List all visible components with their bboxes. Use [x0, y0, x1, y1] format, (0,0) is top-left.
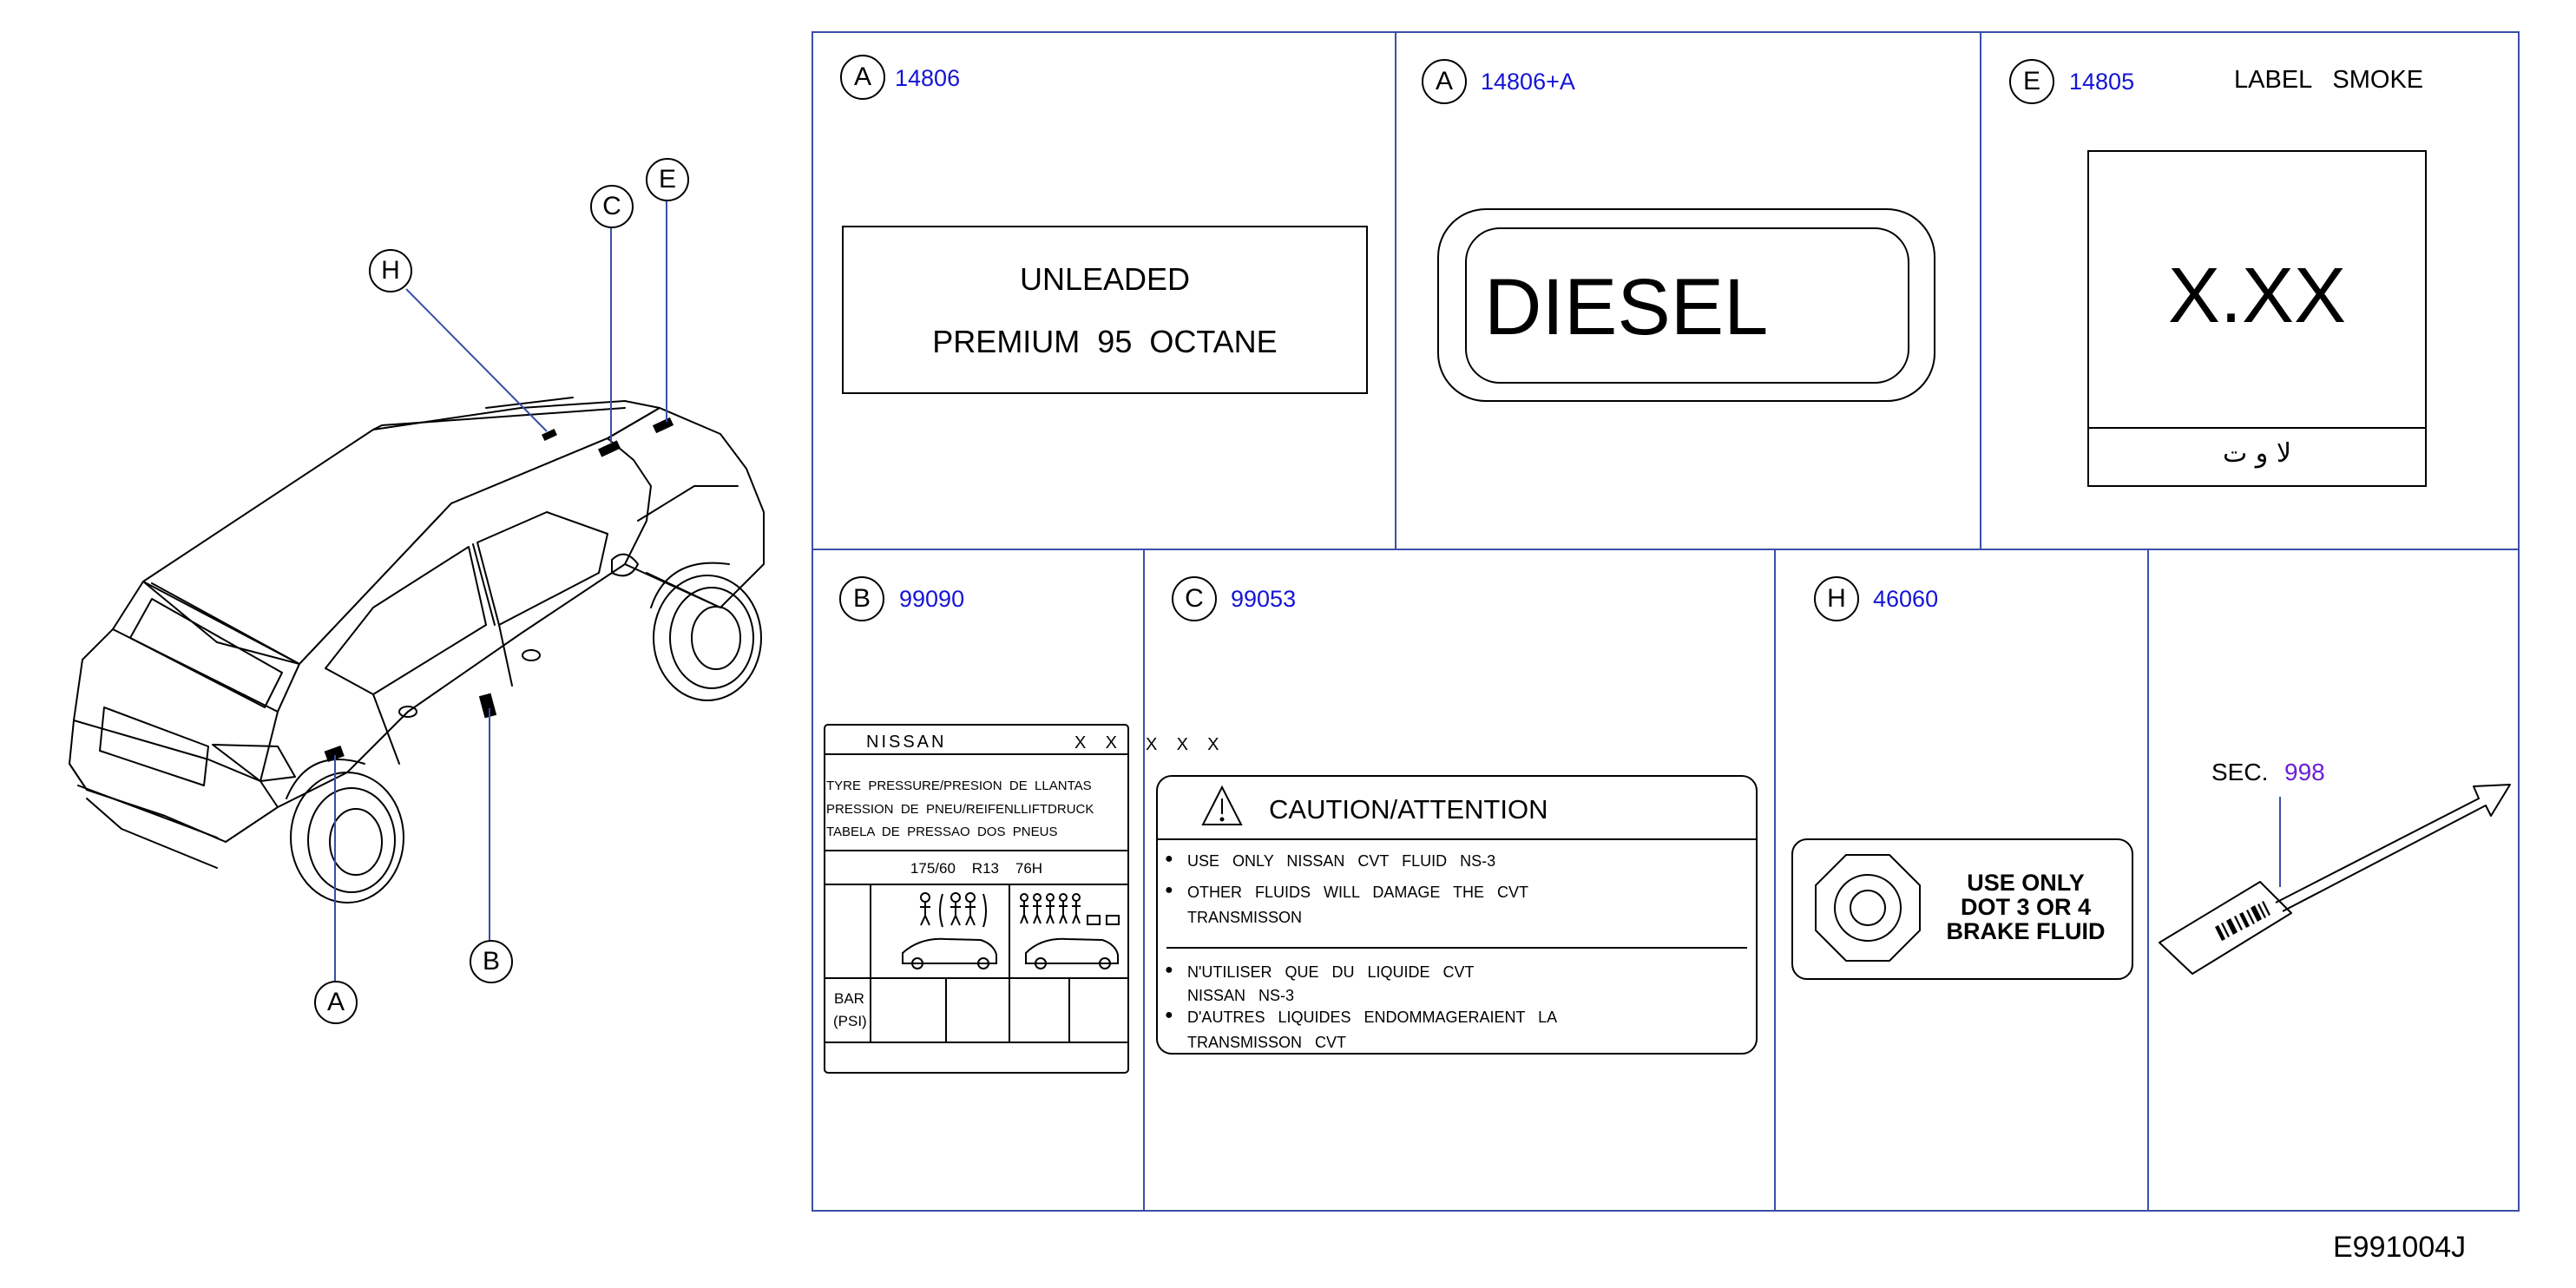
diagram-code: E991004J: [2333, 1231, 2467, 1264]
barcode-label-arrow: [2159, 784, 2511, 975]
